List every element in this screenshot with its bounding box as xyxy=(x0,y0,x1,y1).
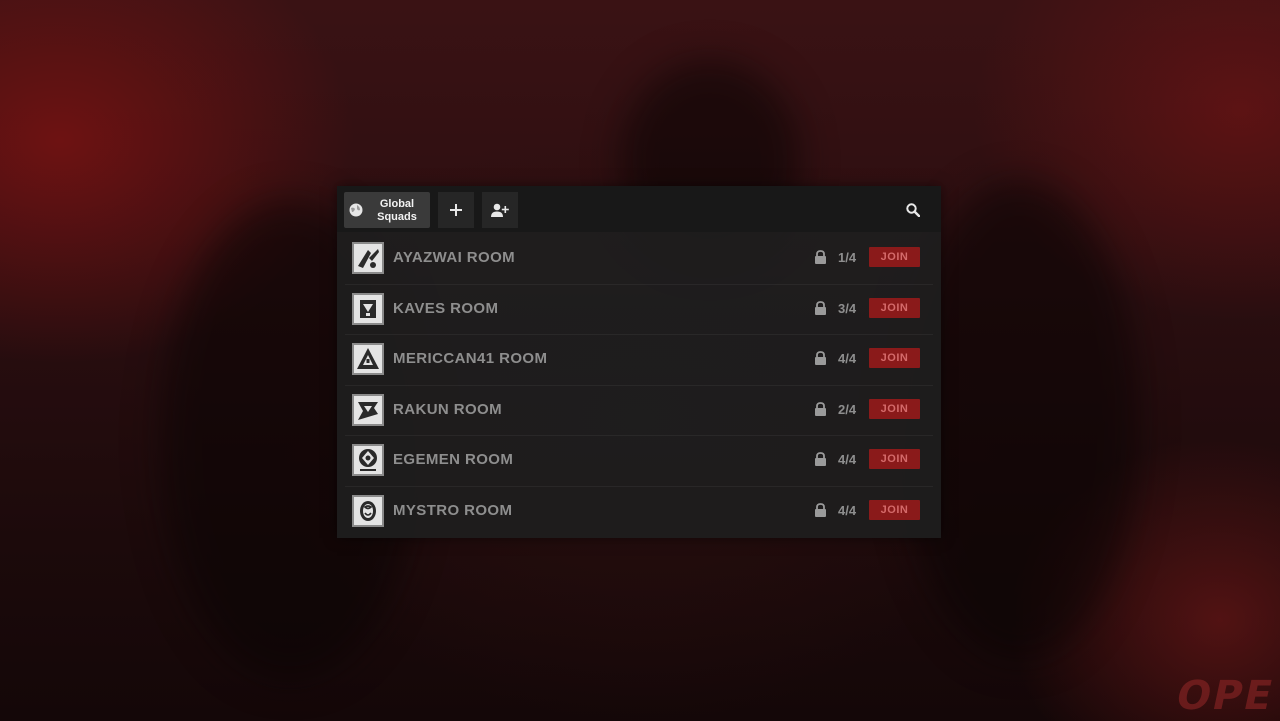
search-button[interactable] xyxy=(895,192,931,228)
player-count: 4/4 xyxy=(838,452,857,468)
room-row[interactable]: AYAZWAI ROOM 1/4 JOIN xyxy=(345,234,933,285)
room-name: KAVES ROOM xyxy=(393,299,499,317)
add-user-icon xyxy=(491,203,509,217)
room-name: EGEMEN ROOM xyxy=(393,451,514,469)
search-icon xyxy=(906,203,920,217)
join-button[interactable]: JOIN xyxy=(869,348,920,369)
tab-global-squads-label: Global Squads xyxy=(377,198,417,223)
lock-icon xyxy=(815,401,826,416)
operator-badge-icon xyxy=(352,494,384,527)
player-count: 1/4 xyxy=(838,250,857,265)
room-name: MERICCAN41 ROOM xyxy=(393,350,548,368)
squads-toolbar: Global Squads xyxy=(337,186,941,232)
room-name: MYSTRO ROOM xyxy=(393,501,513,519)
invite-friend-button[interactable] xyxy=(482,192,518,228)
player-count: 3/4 xyxy=(838,300,857,316)
lock-icon xyxy=(815,250,826,264)
lock-icon xyxy=(815,300,826,315)
room-row[interactable]: RAKUN ROOM 2/4 JOIN xyxy=(345,386,933,437)
squads-panel: Global Squads AYAZWAI ROOM 1/4 JOIN KAVE… xyxy=(337,186,941,538)
join-button[interactable]: JOIN xyxy=(869,297,920,318)
room-name: RAKUN ROOM xyxy=(393,400,502,418)
join-button[interactable]: JOIN xyxy=(869,499,920,520)
room-name: AYAZWAI ROOM xyxy=(393,249,516,266)
join-button[interactable]: JOIN xyxy=(869,449,920,470)
operator-badge-icon xyxy=(352,292,384,325)
join-button[interactable]: JOIN xyxy=(869,398,920,419)
player-count: 4/4 xyxy=(838,351,857,367)
join-button[interactable]: JOIN xyxy=(869,247,920,267)
plus-icon xyxy=(450,204,462,216)
operator-badge-icon xyxy=(352,343,384,376)
lock-icon xyxy=(815,452,826,467)
lock-icon xyxy=(815,503,826,517)
room-row[interactable]: MERICCAN41 ROOM 4/4 JOIN xyxy=(345,335,933,386)
operator-badge-icon xyxy=(352,393,384,426)
room-row[interactable]: EGEMEN ROOM 4/4 JOIN xyxy=(345,436,933,487)
room-list: AYAZWAI ROOM 1/4 JOIN KAVES ROOM 3/4 JOI… xyxy=(345,234,933,537)
room-row[interactable]: MYSTRO ROOM 4/4 JOIN xyxy=(345,487,933,537)
room-row[interactable]: KAVES ROOM 3/4 JOIN xyxy=(345,285,933,336)
operator-badge-icon xyxy=(352,444,384,477)
lock-icon xyxy=(815,351,826,366)
player-count: 2/4 xyxy=(838,401,857,417)
globe-icon xyxy=(349,203,363,217)
player-count: 4/4 xyxy=(838,502,857,518)
tab-global-squads[interactable]: Global Squads xyxy=(344,192,430,228)
background-logo: OPE xyxy=(1172,673,1279,719)
operator-badge-icon xyxy=(352,242,384,274)
add-squad-button[interactable] xyxy=(438,192,474,228)
